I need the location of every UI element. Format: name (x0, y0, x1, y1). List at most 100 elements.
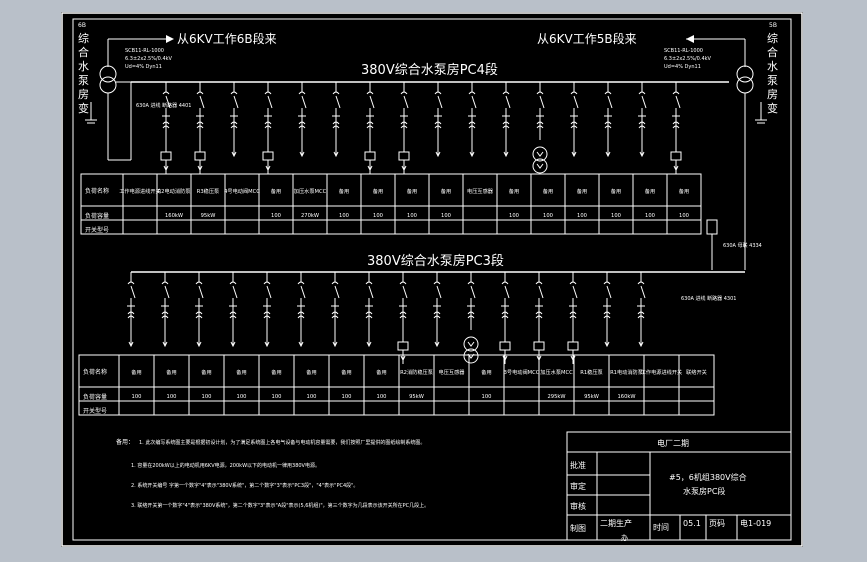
feeder-branch (468, 82, 477, 158)
table-cell-load: 3号电动阀MCC (504, 368, 540, 376)
feeder-branch (161, 272, 170, 348)
title-time-value: 05.1 (683, 519, 701, 528)
table-cell-capacity: 100 (509, 213, 519, 219)
table-cell-capacity: 160kW (165, 213, 183, 219)
transformer-name-char: 水 (78, 60, 89, 73)
table-frame (80, 173, 702, 235)
table-cell-capacity: 100 (482, 394, 492, 400)
row-label-capacity: 负荷容量 (85, 212, 109, 220)
notes: 备用： 1. 此次编写系统图主要是根据初设计划，为了满足系统图上各电气设备与电动… (116, 438, 429, 509)
feeder-branch (298, 82, 307, 158)
feeder-branch (637, 272, 646, 348)
left-transformer-spec: 6.3±2x2.5%/0.4kV (125, 56, 173, 62)
feeder-branch (434, 82, 443, 158)
table-cell-capacity: 100 (577, 213, 587, 219)
feeder-branch (604, 82, 613, 158)
row-label-switch: 开关型号 (85, 226, 109, 234)
drawing-canvas: 从6KV工作6B段来 SCB11-RL-1000 6.3±2x2.5%/0.4k… (61, 12, 803, 547)
left-transformer-name: 综合水泵房变 (78, 31, 89, 115)
table-cell-capacity: 100 (441, 213, 451, 219)
title-time-label: 时间 (653, 522, 669, 532)
row-label-load: 负荷名称 (85, 187, 109, 195)
row-label-switch: 开关型号 (83, 407, 107, 415)
table-cell-load: 电压互感器 (439, 368, 466, 376)
top-feeders (160, 82, 682, 174)
feeder-branch (532, 82, 548, 174)
title-drawing-1: #5，6机组380V综合 (669, 472, 747, 482)
table-cell-load: 备用 (271, 187, 281, 195)
left-transformer-prefix: 6B (78, 22, 86, 29)
transformer-name-char: 合 (767, 45, 778, 59)
table-cell-capacity: 100 (407, 213, 417, 219)
table-cell-load: 备用 (201, 368, 211, 376)
table-cell-capacity: 100 (202, 394, 212, 400)
table-cell-load: 备用 (341, 368, 351, 376)
table-cell-capacity: 95kW (409, 394, 424, 400)
table-cell-load: 备用 (376, 368, 386, 376)
table-cell-load: 联络开关 (686, 368, 707, 376)
table-cell-load: R2消防稳压泵 (400, 368, 433, 376)
left-transformer-ud: Ud=4% Dyn11 (125, 64, 162, 70)
table-cell-capacity: 100 (679, 213, 689, 219)
table-cell-load: 备用 (611, 187, 621, 195)
table-cell-capacity: 100 (132, 394, 142, 400)
table-cell-load: 备用 (543, 187, 553, 195)
right-transformer-model: SCB11-RL-1000 (664, 48, 703, 54)
feeder-branch (230, 82, 239, 158)
table-frame (78, 354, 715, 416)
feeder-branch (533, 272, 545, 364)
table-cell-capacity: 100 (373, 213, 383, 219)
table-cell-capacity: 95kW (201, 213, 216, 219)
feeder-branch (364, 82, 376, 174)
table-cell-capacity: 270kW (301, 213, 319, 219)
right-transformer-ud: Ud=4% Dyn11 (664, 64, 701, 70)
inner-frame (72, 18, 792, 541)
table-cell-capacity: 95kW (584, 394, 599, 400)
table-cell-capacity: 100 (611, 213, 621, 219)
table-cell-capacity: 100 (645, 213, 655, 219)
table-cell-load: 备用 (481, 368, 491, 376)
transformer-name-char: 泵 (78, 74, 89, 87)
table-cell-load: 备用 (166, 368, 176, 376)
table-cell-load: 加压水泵MCC (294, 187, 327, 195)
feeder-branch (332, 82, 341, 158)
feeder-branch (463, 272, 479, 364)
table-cell-load: R2电动消防泵 (158, 187, 191, 195)
table-cell-capacity: 100 (307, 394, 317, 400)
notes-heading: 备用： (116, 438, 134, 446)
table-cell-load: 备用 (373, 187, 383, 195)
note-line-3: 3. 联络开关第一个数字"4"表示"380V系统"，第二个数字"3"表示"A段"… (131, 502, 429, 509)
table-cell-capacity: 100 (272, 394, 282, 400)
table-cell-load: 备用 (339, 187, 349, 195)
left-feed-label: 从6KV工作6B段来 (177, 31, 277, 46)
bottom-load-table: 负荷名称负荷容量开关型号 备用 100 备用 100 备用 100 备用 100 备用 100 备用 1… (78, 354, 715, 416)
bottom-feeders (127, 272, 646, 364)
feeder-branch (331, 272, 340, 348)
bottom-bus-title: 380V综合水泵房PC3段 (367, 253, 504, 269)
feeder-branch (194, 82, 206, 174)
table-cell-capacity: 100 (339, 213, 349, 219)
feeder-branch (195, 272, 204, 348)
top-bus-title: 380V综合水泵房PC4段 (361, 62, 498, 78)
table-cell-capacity: 100 (377, 394, 387, 400)
table-cell-load: R1电动消防泵 (610, 368, 643, 376)
table-cell-capacity: 100 (543, 213, 553, 219)
row-label-load: 负荷名称 (83, 368, 107, 376)
transformer-name-char: 综 (78, 31, 89, 45)
feeder-branch (502, 82, 511, 158)
table-cell-capacity: 160kW (617, 394, 635, 400)
table-cell-load: 电压互感器 (467, 187, 494, 195)
table-cell-load: 备用 (577, 187, 587, 195)
single-line-diagram: 从6KV工作6B段来 SCB11-RL-1000 6.3±2x2.5%/0.4k… (61, 12, 803, 547)
transformer-name-char: 变 (767, 101, 778, 115)
title-check: 审核 (570, 501, 586, 511)
table-cell-capacity: 100 (167, 394, 177, 400)
feeder-branch (499, 272, 511, 364)
title-dept2: 办 (621, 533, 628, 542)
transformer-name-char: 水 (767, 60, 778, 73)
title-company: 电厂二期 (657, 438, 689, 448)
table-cell-load: 备用 (306, 368, 316, 376)
right-transformer-prefix: 5B (769, 22, 777, 29)
top-incomer-label: 630A 进线 断路器 4401 (136, 102, 191, 109)
table-cell-load: 备用 (236, 368, 246, 376)
